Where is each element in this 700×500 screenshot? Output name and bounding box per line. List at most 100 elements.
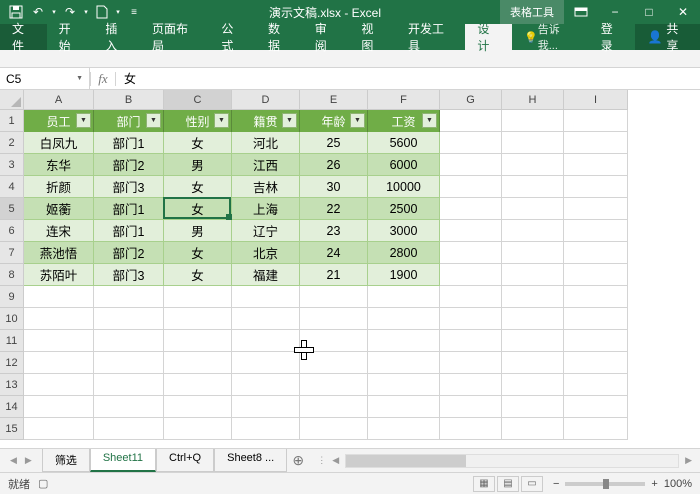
table-header-cell[interactable]: 员工▼ xyxy=(24,110,94,132)
table-cell[interactable]: 部门2 xyxy=(94,242,164,264)
table-header-cell[interactable]: 部门▼ xyxy=(94,110,164,132)
table-cell[interactable]: 6000 xyxy=(368,154,440,176)
col-header[interactable]: E xyxy=(300,90,368,110)
table-cell[interactable]: 部门1 xyxy=(94,220,164,242)
empty-cell[interactable] xyxy=(232,374,300,396)
row-header[interactable]: 3 xyxy=(0,154,24,176)
new-sheet-icon[interactable]: ⊕ xyxy=(287,452,309,469)
empty-cell[interactable] xyxy=(564,418,628,440)
redo-dropdown-icon[interactable]: ▾ xyxy=(82,2,90,22)
empty-cell[interactable] xyxy=(232,418,300,440)
empty-cell[interactable] xyxy=(232,352,300,374)
empty-cell[interactable] xyxy=(564,286,628,308)
table-cell[interactable]: 1900 xyxy=(368,264,440,286)
fx-icon[interactable]: fx xyxy=(91,71,115,87)
empty-cell[interactable] xyxy=(502,308,564,330)
tab-页面布局[interactable]: 页面布局 xyxy=(140,24,209,50)
empty-cell[interactable] xyxy=(232,308,300,330)
sheet-nav-next-icon[interactable]: ▶ xyxy=(25,455,32,466)
table-cell[interactable]: 部门1 xyxy=(94,132,164,154)
empty-cell[interactable] xyxy=(232,330,300,352)
empty-cell[interactable] xyxy=(94,374,164,396)
tab-数据[interactable]: 数据 xyxy=(256,24,303,50)
empty-cell[interactable] xyxy=(24,286,94,308)
empty-cell[interactable] xyxy=(164,330,232,352)
empty-cell[interactable] xyxy=(440,132,502,154)
empty-cell[interactable] xyxy=(502,198,564,220)
table-cell[interactable]: 22 xyxy=(300,198,368,220)
col-header[interactable]: I xyxy=(564,90,628,110)
sheet-tab[interactable]: Sheet8 ... xyxy=(214,449,287,472)
empty-cell[interactable] xyxy=(164,308,232,330)
table-cell[interactable]: 5600 xyxy=(368,132,440,154)
table-cell[interactable]: 江西 xyxy=(232,154,300,176)
sheet-tab[interactable]: Ctrl+Q xyxy=(156,449,214,472)
empty-cell[interactable] xyxy=(24,308,94,330)
sheet-tab[interactable]: Sheet11 xyxy=(90,449,156,472)
table-cell[interactable]: 姬蘅 xyxy=(24,198,94,220)
empty-cell[interactable] xyxy=(440,286,502,308)
row-header[interactable]: 7 xyxy=(0,242,24,264)
empty-cell[interactable] xyxy=(24,374,94,396)
empty-cell[interactable] xyxy=(368,286,440,308)
empty-cell[interactable] xyxy=(502,154,564,176)
formula-input[interactable]: 女 xyxy=(116,68,700,89)
empty-cell[interactable] xyxy=(502,242,564,264)
tab-审阅[interactable]: 审阅 xyxy=(303,24,350,50)
table-cell[interactable]: 2800 xyxy=(368,242,440,264)
table-header-cell[interactable]: 工资▼ xyxy=(368,110,440,132)
zoom-slider[interactable] xyxy=(565,482,645,486)
table-cell[interactable]: 部门1 xyxy=(94,198,164,220)
empty-cell[interactable] xyxy=(502,374,564,396)
table-cell[interactable]: 26 xyxy=(300,154,368,176)
table-cell[interactable]: 男 xyxy=(164,220,232,242)
scroll-right-icon[interactable]: ▶ xyxy=(685,455,692,466)
empty-cell[interactable] xyxy=(564,110,628,132)
empty-cell[interactable] xyxy=(440,374,502,396)
table-header-cell[interactable]: 籍贯▼ xyxy=(232,110,300,132)
empty-cell[interactable] xyxy=(440,352,502,374)
worksheet-grid[interactable]: 123456789101112131415 ABCDEFGHI 员工▼部门▼性别… xyxy=(0,90,700,448)
row-header[interactable]: 13 xyxy=(0,374,24,396)
sheet-nav-prev-icon[interactable]: ◀ xyxy=(10,455,17,466)
row-header[interactable]: 2 xyxy=(0,132,24,154)
empty-cell[interactable] xyxy=(564,220,628,242)
empty-cell[interactable] xyxy=(502,132,564,154)
zoom-in-button[interactable]: + xyxy=(651,478,657,490)
table-cell[interactable]: 吉林 xyxy=(232,176,300,198)
tab-公式[interactable]: 公式 xyxy=(209,24,256,50)
empty-cell[interactable] xyxy=(94,352,164,374)
table-cell[interactable]: 连宋 xyxy=(24,220,94,242)
view-normal-icon[interactable]: ▦ xyxy=(473,476,495,492)
empty-cell[interactable] xyxy=(502,418,564,440)
row-header[interactable]: 15 xyxy=(0,418,24,440)
login-link[interactable]: 登录 xyxy=(589,24,636,50)
tab-开发工具[interactable]: 开发工具 xyxy=(396,24,465,50)
empty-cell[interactable] xyxy=(502,264,564,286)
table-cell[interactable]: 24 xyxy=(300,242,368,264)
tab-design[interactable]: 设计 xyxy=(465,24,512,50)
table-cell[interactable]: 苏陌叶 xyxy=(24,264,94,286)
maximize-icon[interactable]: □ xyxy=(632,0,666,24)
table-cell[interactable]: 东华 xyxy=(24,154,94,176)
table-header-cell[interactable]: 年龄▼ xyxy=(300,110,368,132)
empty-cell[interactable] xyxy=(502,110,564,132)
select-all-corner[interactable] xyxy=(0,90,24,110)
table-cell[interactable]: 女 xyxy=(164,198,232,220)
empty-cell[interactable] xyxy=(440,176,502,198)
redo-icon[interactable]: ↷ xyxy=(60,2,80,22)
empty-cell[interactable] xyxy=(564,132,628,154)
filter-dropdown-icon[interactable]: ▼ xyxy=(146,113,161,128)
table-cell[interactable]: 燕池悟 xyxy=(24,242,94,264)
empty-cell[interactable] xyxy=(440,154,502,176)
table-cell[interactable]: 河北 xyxy=(232,132,300,154)
table-cell[interactable]: 辽宁 xyxy=(232,220,300,242)
empty-cell[interactable] xyxy=(368,308,440,330)
empty-cell[interactable] xyxy=(564,198,628,220)
table-cell[interactable]: 25 xyxy=(300,132,368,154)
col-header[interactable]: C xyxy=(164,90,232,110)
name-box[interactable]: C5▼ xyxy=(0,68,90,89)
empty-cell[interactable] xyxy=(440,396,502,418)
table-cell[interactable]: 部门3 xyxy=(94,264,164,286)
col-header[interactable]: F xyxy=(368,90,440,110)
